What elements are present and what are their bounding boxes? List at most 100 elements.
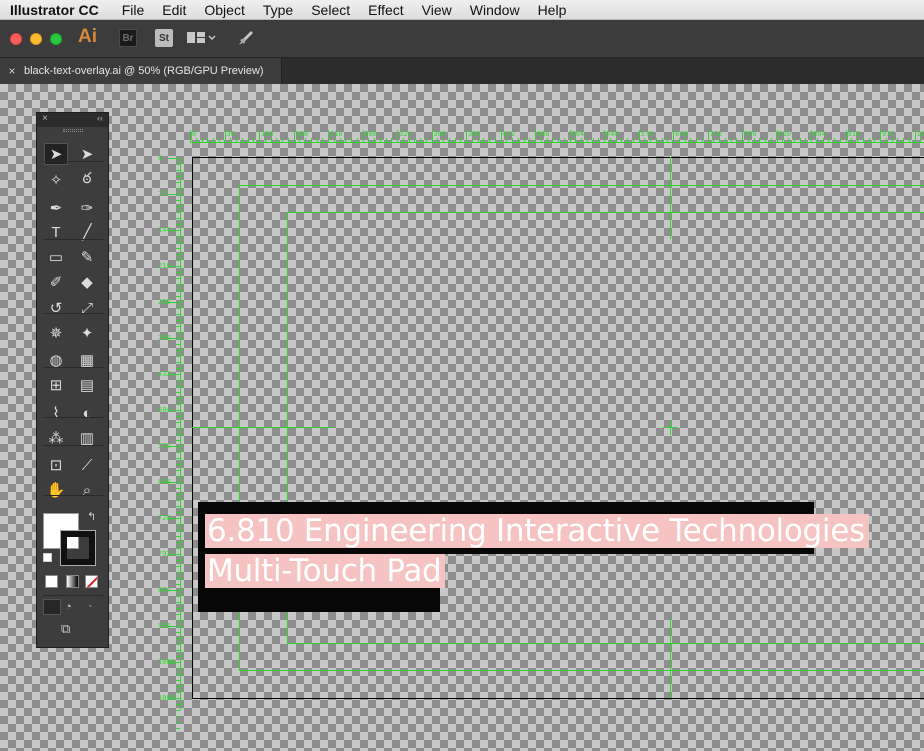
close-tab-icon[interactable]: ×: [0, 64, 24, 78]
left-ruler-tick: [168, 194, 181, 195]
zoom-window-button[interactable]: [50, 33, 62, 45]
menu-object[interactable]: Object: [195, 2, 253, 18]
arrange-documents-button[interactable]: [187, 30, 217, 46]
left-ruler-minor-tick: [176, 674, 180, 675]
left-ruler-label: 72: [158, 190, 167, 198]
swap-fill-stroke-icon[interactable]: ↰: [87, 510, 96, 523]
top-ruler-minor-tick: [512, 138, 513, 142]
color-mode-button[interactable]: [45, 575, 58, 588]
bridge-button[interactable]: Br: [119, 29, 137, 47]
top-ruler-label: 576: [640, 130, 654, 138]
zoom-tool[interactable]: ⌕: [75, 479, 99, 501]
default-fill-stroke-icon[interactable]: [43, 553, 52, 562]
top-ruler-label: 702: [709, 130, 723, 138]
rectangle-tool[interactable]: ▭: [44, 246, 68, 268]
puppet-warp-tool[interactable]: ✵: [44, 322, 68, 344]
draw-behind-button[interactable]: ◔: [65, 601, 72, 613]
top-ruler-minor-tick: [667, 138, 669, 142]
top-ruler-minor-tick: [753, 138, 755, 142]
left-ruler-minor-tick: [176, 476, 180, 477]
guide-outer-top[interactable]: [239, 185, 924, 186]
magic-wand-tool[interactable]: ✧: [44, 169, 68, 191]
left-ruler-minor-tick: [176, 164, 180, 165]
document-tab[interactable]: × black-text-overlay.ai @ 50% (RGB/GPU P…: [0, 58, 282, 84]
pen-tool[interactable]: ✒: [44, 197, 68, 219]
left-ruler-minor-tick: [176, 224, 180, 225]
collapse-panel-icon[interactable]: ‹‹: [97, 113, 103, 123]
left-ruler-minor-tick: [176, 398, 180, 399]
guide-inner-top[interactable]: [287, 212, 924, 213]
left-ruler-minor-tick: [176, 638, 180, 639]
eraser-tool[interactable]: ◆: [75, 271, 99, 293]
gradient-tool[interactable]: ▤: [75, 374, 99, 396]
pin-tool[interactable]: ✦: [75, 322, 99, 344]
left-ruler-minor-tick: [176, 188, 180, 189]
left-ruler-minor-tick: [176, 176, 180, 177]
menu-window[interactable]: Window: [461, 2, 529, 18]
left-ruler-minor-tick: [176, 212, 180, 213]
left-ruler-minor-tick: [176, 584, 180, 585]
top-ruler-minor-tick: [799, 138, 801, 142]
shaper-tool[interactable]: ✐: [44, 271, 68, 293]
menu-select[interactable]: Select: [302, 2, 359, 18]
share-button[interactable]: [236, 28, 256, 48]
left-ruler-minor-tick: [176, 218, 180, 219]
close-window-button[interactable]: [10, 33, 22, 45]
curvature-tool[interactable]: ✑: [75, 197, 99, 219]
hand-tool[interactable]: ✋: [44, 479, 68, 501]
top-ruler[interactable]: 0 36 108 180 216 288 324 360 396 432 468 504 540 576 6…: [190, 130, 924, 144]
menu-help[interactable]: Help: [529, 2, 576, 18]
artboard-tool[interactable]: ⊡: [44, 454, 68, 476]
lasso-tool[interactable]: ఠ: [75, 169, 99, 191]
guide-outer-bottom[interactable]: [239, 670, 924, 671]
gradient-mode-button[interactable]: [66, 575, 79, 588]
top-ruler-minor-tick: [460, 138, 462, 142]
text-line-1[interactable]: 6.810 Engineering Interactive Technologi…: [205, 514, 869, 548]
left-ruler-label: 720: [158, 514, 171, 522]
top-ruler-tick: [707, 130, 709, 143]
paintbrush-tool[interactable]: ✎: [75, 246, 99, 268]
text-line-2[interactable]: Multi-Touch Pad: [205, 554, 446, 588]
menu-view[interactable]: View: [413, 2, 461, 18]
slice-tool[interactable]: ⟋: [75, 454, 99, 476]
none-mode-button[interactable]: [85, 575, 98, 588]
menu-file[interactable]: File: [113, 2, 154, 18]
top-ruler-minor-tick: [621, 138, 623, 142]
rocket-icon: [239, 31, 253, 45]
app-menu[interactable]: Illustrator CC: [0, 2, 113, 18]
top-ruler-minor-tick: [713, 138, 715, 142]
stock-button[interactable]: St: [155, 29, 173, 47]
left-ruler[interactable]: 0 72 144 216 288 360 432 504 576 648 720 792 864 936 1…: [150, 154, 182, 729]
top-ruler-label: 810: [778, 130, 792, 138]
draw-inside-button[interactable]: ◔: [86, 601, 93, 613]
left-ruler-label: 432: [158, 370, 171, 378]
top-ruler-label: 360: [433, 130, 447, 138]
rotate-tool[interactable]: ↺: [44, 297, 68, 319]
top-ruler-minor-tick: [908, 138, 910, 142]
top-ruler-minor-tick: [523, 138, 525, 142]
top-ruler-minor-tick: [690, 138, 692, 142]
canvas[interactable]: 0 36 108 180 216 288 324 360 396 432 468 504 540 576 6…: [0, 84, 924, 751]
tools-panel-header[interactable]: × ‹‹: [37, 113, 108, 127]
draw-normal-button[interactable]: [43, 599, 61, 615]
blend-tool[interactable]: ◐: [75, 402, 99, 424]
menu-effect[interactable]: Effect: [359, 2, 413, 18]
scale-tool[interactable]: ⤢: [75, 297, 99, 319]
menu-bar: Illustrator CC File Edit Object Type Sel…: [0, 0, 924, 20]
menu-edit[interactable]: Edit: [153, 2, 195, 18]
guide-inner-bottom[interactable]: [287, 643, 924, 644]
top-ruler-minor-tick: [356, 138, 358, 142]
screen-mode-button[interactable]: ⧉: [61, 621, 70, 637]
panel-close-icon[interactable]: ×: [42, 113, 48, 124]
top-ruler-minor-tick: [310, 138, 312, 142]
left-ruler-minor-tick: [176, 434, 180, 435]
top-ruler-label: 180: [295, 130, 309, 138]
top-ruler-minor-tick: [724, 138, 726, 142]
mesh-tool[interactable]: ⊞: [44, 374, 68, 396]
eyedropper-tool[interactable]: ⌇: [44, 402, 68, 424]
menu-type[interactable]: Type: [254, 2, 302, 18]
stroke-swatch[interactable]: [60, 530, 96, 566]
panel-grip[interactable]: [63, 129, 83, 132]
tools-separator: [43, 417, 103, 418]
minimize-window-button[interactable]: [30, 33, 42, 45]
